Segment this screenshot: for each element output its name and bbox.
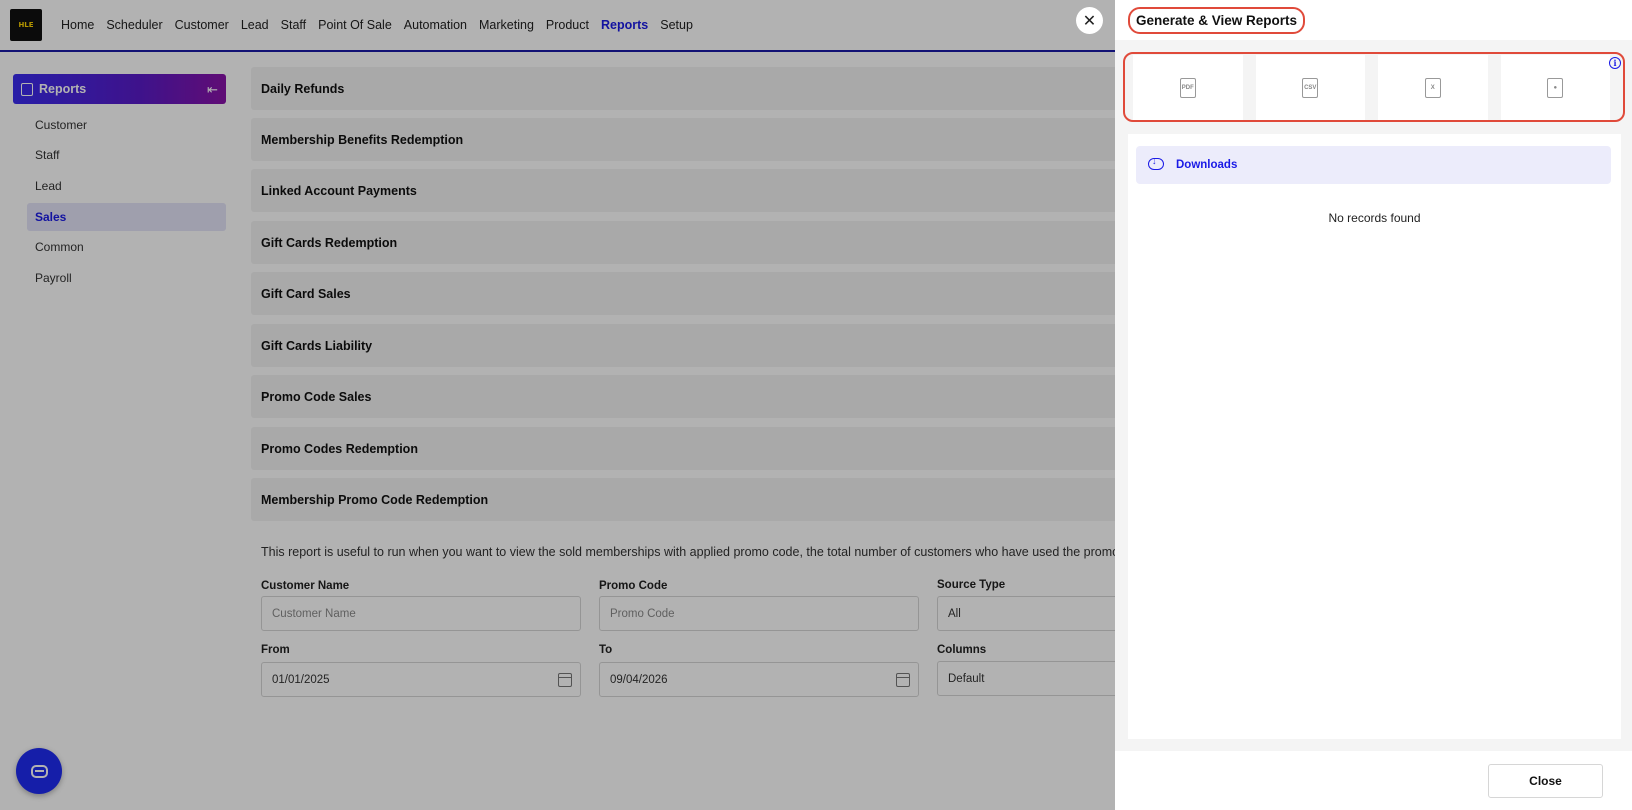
export-excel-button[interactable]: X (1378, 55, 1488, 120)
contact-card-icon: ● (1547, 77, 1564, 98)
downloads-label: Downloads (1176, 159, 1238, 171)
export-csv-button[interactable]: CSV (1255, 55, 1365, 120)
export-contacts-button[interactable]: ● (1500, 55, 1610, 120)
downloads-panel: Downloads No records found (1128, 134, 1621, 739)
empty-state-text: No records found (1328, 211, 1421, 225)
drawer-footer: Close (1115, 751, 1632, 810)
csv-file-icon: CSV (1302, 77, 1319, 98)
drawer-header: Generate & View Reports (1115, 0, 1632, 40)
export-options: PDF CSV X ● (1123, 52, 1625, 122)
drawer-title: Generate & View Reports (1128, 7, 1306, 34)
excel-file-icon: X (1424, 77, 1441, 98)
pdf-file-icon: PDF (1179, 77, 1196, 98)
modal-backdrop[interactable] (0, 0, 1115, 810)
downloads-header[interactable]: Downloads (1136, 146, 1611, 184)
generate-reports-drawer: Generate & View Reports PDF CSV X ● i Do… (1115, 0, 1632, 810)
export-pdf-button[interactable]: PDF (1133, 55, 1243, 120)
cloud-download-icon (1148, 156, 1164, 170)
close-button[interactable]: Close (1488, 764, 1603, 798)
close-drawer-x-button[interactable]: ✕ (1076, 7, 1103, 34)
info-icon[interactable]: i (1609, 57, 1621, 69)
